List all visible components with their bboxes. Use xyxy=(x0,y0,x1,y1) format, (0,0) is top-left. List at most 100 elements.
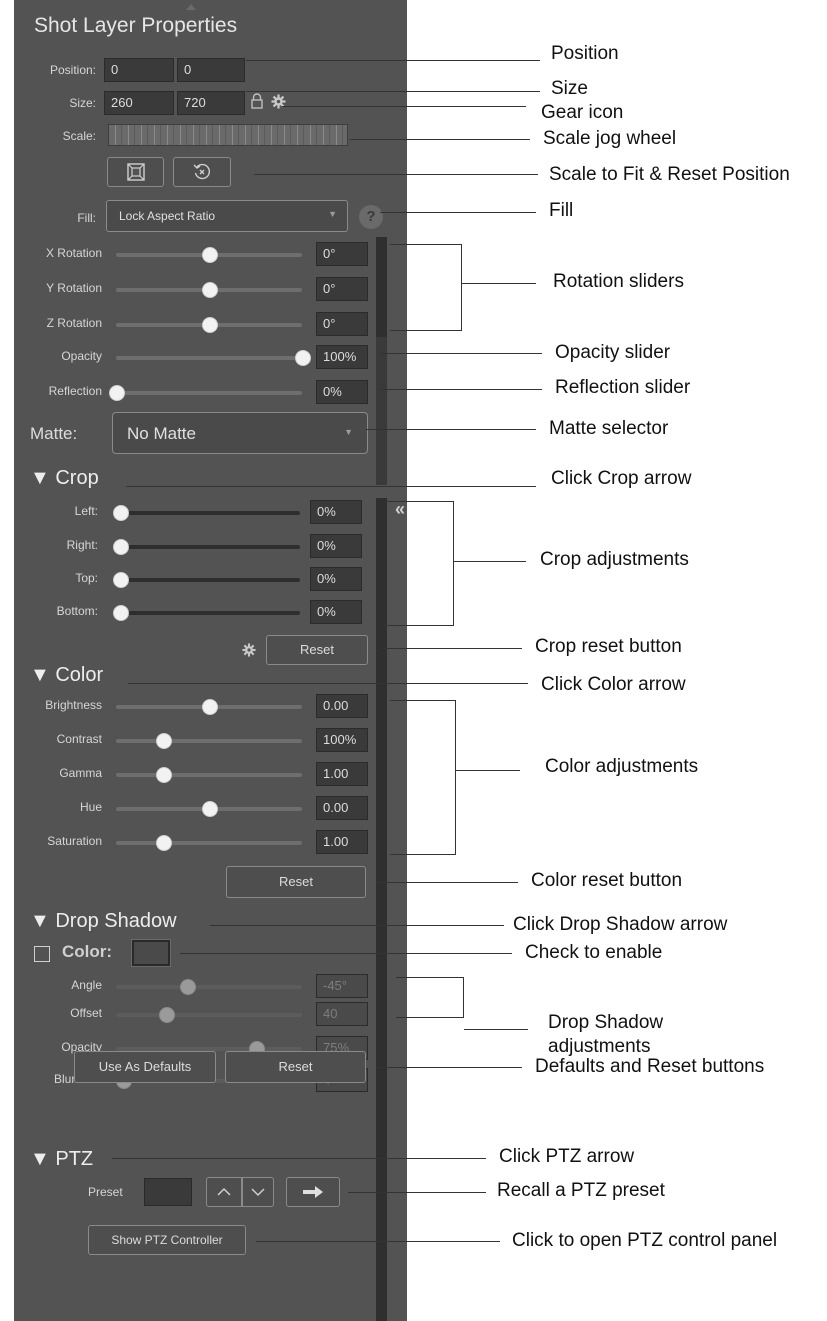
crop-right-slider-handle[interactable] xyxy=(113,539,129,555)
rotation-x-value-field[interactable]: 0° xyxy=(316,242,368,266)
color-collapse-arrow-icon[interactable]: ▼ xyxy=(30,664,50,686)
reflection-slider[interactable] xyxy=(109,385,302,401)
color-contrast-slider-handle[interactable] xyxy=(155,733,172,749)
color-hue-slider[interactable] xyxy=(116,801,302,817)
crop-top-slider-handle[interactable] xyxy=(113,572,129,588)
scale-to-fit-button[interactable] xyxy=(107,157,164,187)
bracket-color-side xyxy=(455,700,456,855)
rotation-z-slider-handle[interactable] xyxy=(202,317,218,333)
color-saturation-slider[interactable] xyxy=(116,835,302,851)
ptz-preset-field[interactable] xyxy=(144,1178,192,1206)
color-hue-slider-handle[interactable] xyxy=(202,801,218,817)
color-gamma-slider[interactable] xyxy=(116,767,302,783)
help-icon[interactable]: ? xyxy=(359,205,383,229)
rotation-x-slider[interactable] xyxy=(116,247,302,263)
gear-icon[interactable] xyxy=(271,94,286,114)
rotation-y-value-field[interactable]: 0° xyxy=(316,277,368,301)
drop-shadow-reset-button[interactable]: Reset xyxy=(225,1051,366,1083)
matte-dropdown[interactable]: No Matte ▼ xyxy=(112,412,368,454)
show-ptz-controller-button[interactable]: Show PTZ Controller xyxy=(88,1225,246,1255)
scrollbar-track-lower[interactable] xyxy=(376,337,387,485)
leader-defaults-reset xyxy=(376,1067,522,1068)
leader-crop-arrow xyxy=(126,486,536,487)
shadow-offset-slider[interactable] xyxy=(116,1007,302,1023)
crop-left-slider-handle[interactable] xyxy=(113,505,129,521)
color-brightness-slider[interactable] xyxy=(116,699,302,715)
crop-left-slider[interactable] xyxy=(113,505,300,521)
size-height-field[interactable]: 720 xyxy=(177,91,245,115)
rotation-x-slider-handle[interactable] xyxy=(202,247,218,263)
shadow-angle-value-field[interactable]: -45° xyxy=(316,974,368,998)
color-brightness-value-field[interactable]: 0.00 xyxy=(316,694,368,718)
ptz-recall-button[interactable] xyxy=(286,1177,340,1207)
drop-shadow-enable-checkbox[interactable] xyxy=(34,946,50,962)
crop-top-slider[interactable] xyxy=(113,572,300,588)
color-contrast-value-field[interactable]: 100% xyxy=(316,728,368,752)
color-gamma-slider-handle[interactable] xyxy=(155,767,172,783)
scrollbar-track-main[interactable] xyxy=(376,498,387,1321)
rotation-y-slider[interactable] xyxy=(116,282,302,298)
color-gamma-label: Gamma xyxy=(59,766,102,780)
scrollbar-track[interactable] xyxy=(376,237,387,337)
ptz-collapse-arrow-icon[interactable]: ▼ xyxy=(30,1148,50,1170)
drop-shadow-section-header[interactable]: ▼ Drop Shadow xyxy=(30,910,177,933)
ptz-preset-up-button[interactable] xyxy=(206,1177,242,1207)
callout-color-arrow: Click Color arrow xyxy=(541,674,686,695)
callout-reflection: Reflection slider xyxy=(555,377,691,398)
crop-bottom-slider-handle[interactable] xyxy=(113,605,129,621)
use-as-defaults-button[interactable]: Use As Defaults xyxy=(74,1051,216,1083)
color-brightness-slider-handle[interactable] xyxy=(202,699,218,715)
leader-color-arrow xyxy=(128,683,528,684)
size-width-field[interactable]: 260 xyxy=(104,91,174,115)
crop-bottom-value-field[interactable]: 0% xyxy=(310,600,362,624)
crop-collapse-arrow-icon[interactable]: ▼ xyxy=(30,467,50,489)
opacity-slider-handle[interactable] xyxy=(295,350,311,366)
crop-bottom-slider[interactable] xyxy=(113,605,300,621)
rotation-z-slider[interactable] xyxy=(116,317,302,333)
shadow-angle-slider[interactable] xyxy=(116,979,302,995)
reflection-slider-handle[interactable] xyxy=(109,385,125,401)
rotation-y-slider-handle[interactable] xyxy=(202,282,218,298)
crop-left-value-field[interactable]: 0% xyxy=(310,500,362,524)
crop-right-value-field[interactable]: 0% xyxy=(310,534,362,558)
bracket-shadow-top xyxy=(396,977,464,978)
color-reset-button[interactable]: Reset xyxy=(226,866,366,898)
shadow-angle-slider-handle[interactable] xyxy=(179,979,196,995)
crop-top-value-field[interactable]: 0% xyxy=(310,567,362,591)
rotation-z-value-field[interactable]: 0° xyxy=(316,312,368,336)
color-saturation-slider-handle[interactable] xyxy=(155,835,172,851)
position-x-field[interactable]: 0 xyxy=(104,58,174,82)
crop-reset-button[interactable]: Reset xyxy=(266,635,368,665)
callout-color-reset: Color reset button xyxy=(531,870,683,891)
fill-dropdown[interactable]: Lock Aspect Ratio ▼ xyxy=(106,200,348,232)
scroll-up-icon[interactable] xyxy=(186,4,196,10)
opacity-value-field[interactable]: 100% xyxy=(316,345,368,369)
shot-layer-properties-panel: Shot Layer Properties Position: 0 0 Size… xyxy=(14,0,407,1321)
color-contrast-slider[interactable] xyxy=(116,733,302,749)
collapse-panel-icon[interactable]: « xyxy=(395,499,405,520)
drop-shadow-collapse-arrow-icon[interactable]: ▼ xyxy=(30,910,50,932)
ptz-section-header[interactable]: ▼ PTZ xyxy=(30,1148,93,1171)
crop-section-header[interactable]: ▼ Crop xyxy=(30,467,99,490)
crop-right-slider[interactable] xyxy=(113,539,300,555)
callout-size: Size xyxy=(551,78,588,99)
scale-to-fit-icon xyxy=(126,163,145,181)
position-y-field[interactable]: 0 xyxy=(177,58,245,82)
scale-jog-wheel[interactable] xyxy=(108,124,348,146)
color-hue-value-field[interactable]: 0.00 xyxy=(316,796,368,820)
leader-opacity xyxy=(380,353,542,354)
color-gamma-value-field[interactable]: 1.00 xyxy=(316,762,368,786)
crop-gear-icon[interactable] xyxy=(242,643,256,662)
shadow-offset-slider-handle[interactable] xyxy=(159,1007,176,1023)
ptz-preset-down-button[interactable] xyxy=(242,1177,274,1207)
color-saturation-value-field[interactable]: 1.00 xyxy=(316,830,368,854)
shadow-offset-value-field[interactable]: 40 xyxy=(316,1002,368,1026)
bracket-crop-top xyxy=(384,501,454,502)
reset-position-button[interactable] xyxy=(173,157,231,187)
color-section-header[interactable]: ▼ Color xyxy=(30,664,103,687)
lock-icon[interactable] xyxy=(250,93,264,114)
drop-shadow-color-swatch[interactable] xyxy=(131,939,171,967)
opacity-slider[interactable] xyxy=(116,350,311,366)
reflection-value-field[interactable]: 0% xyxy=(316,380,368,404)
bracket-rotation-bottom xyxy=(390,330,462,331)
